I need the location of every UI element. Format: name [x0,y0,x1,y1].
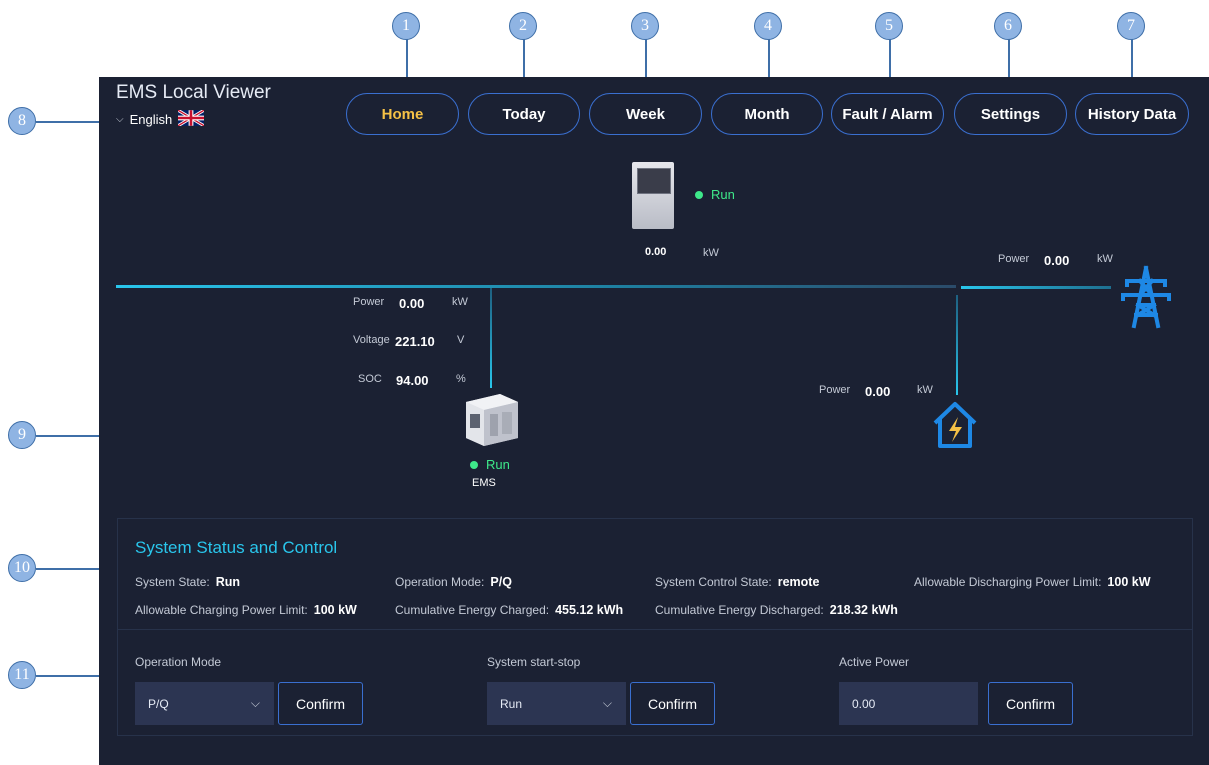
status-label: Allowable Charging Power Limit: [135,603,308,617]
callout-3: 3 [631,12,659,40]
storage-soc-value: 94.00 [396,373,429,388]
status-operation-mode: Operation Mode: P/Q [395,575,512,589]
storage-voltage-value: 221.10 [395,334,435,349]
storage-name: EMS [472,477,496,489]
status-value: 455.12 kWh [555,603,624,617]
status-energy-discharged: Cumulative Energy Discharged: 218.32 kWh [655,603,898,617]
status-value: 100 kW [1107,575,1151,589]
status-dot-icon [470,460,478,469]
chevron-down-icon: ⌵ [602,696,612,710]
status-value: P/Q [490,575,512,589]
storage-power-value: 0.00 [399,296,425,311]
status-dot-icon [695,190,703,199]
storage-link-line [490,288,492,388]
start-stop-value: Run [500,696,523,711]
storage-power-label: Power [353,296,385,308]
callout-7: 7 [1117,12,1145,40]
nav-month[interactable]: Month [711,93,823,135]
load-power-unit: kW [917,384,933,396]
power-tower-icon [1119,265,1173,334]
status-label: Cumulative Energy Discharged: [655,603,824,617]
load-link-line [956,295,958,395]
start-stop-select[interactable]: Run ⌵ [487,682,626,725]
nav-settings[interactable]: Settings [954,93,1067,135]
callout-6: 6 [994,12,1022,40]
status-discharge-limit: Allowable Discharging Power Limit: 100 kW [914,575,1151,589]
status-label: Operation Mode: [395,575,485,589]
app-title: EMS Local Viewer [116,82,271,103]
active-power-value: 0.00 [852,696,876,711]
operation-mode-label: Operation Mode [135,655,222,669]
status-label: System State: [135,575,210,589]
nav-today[interactable]: Today [468,93,580,135]
storage-power-unit: kW [452,296,468,308]
callout-11: 11 [8,661,36,689]
grid-power-unit: kW [1097,253,1113,265]
nav-fault-alarm[interactable]: Fault / Alarm [831,93,944,135]
operation-mode-value: P/Q [148,696,169,711]
meter-status: Run [695,187,735,202]
start-stop-label: System start-stop [487,655,581,669]
status-value: 218.32 kWh [829,603,898,617]
callout-5: 5 [875,12,903,40]
status-label: Allowable Discharging Power Limit: [914,575,1102,589]
status-energy-charged: Cumulative Energy Charged: 455.12 kWh [395,603,623,617]
nav-history-data[interactable]: History Data [1075,93,1189,135]
status-value: remote [777,575,820,589]
status-label: System Control State: [655,575,772,589]
language-selector[interactable]: ⌵ English [116,108,206,129]
status-value: Run [215,575,241,589]
active-power-input[interactable]: 0.00 [839,682,978,725]
chevron-down-icon: ⌵ [250,696,260,710]
storage-soc-label: SOC [358,373,382,385]
panel-title: System Status and Control [135,538,338,557]
meter-device-icon [632,162,674,229]
active-power-confirm-button[interactable]: Confirm [988,682,1073,725]
system-status-panel: System Status and Control System State: R… [117,518,1193,736]
callout-4: 4 [754,12,782,40]
callout-9: 9 [8,421,36,449]
grid-power-label: Power [998,253,1030,265]
storage-voltage-label: Voltage [353,334,390,346]
status-charge-limit: Allowable Charging Power Limit: 100 kW [135,603,357,617]
operation-mode-select[interactable]: P/Q ⌵ [135,682,274,725]
storage-status-text: Run [486,457,510,472]
start-stop-confirm-button[interactable]: Confirm [630,682,715,725]
callout-10: 10 [8,554,36,582]
storage-soc-unit: % [456,373,466,385]
status-label: Cumulative Energy Charged: [395,603,550,617]
nav-home[interactable]: Home [346,93,459,135]
main-bus-line [116,285,956,288]
grid-link-line [961,286,1111,289]
storage-status: Run [470,457,510,472]
meter-status-text: Run [711,187,735,202]
nav-week[interactable]: Week [589,93,702,135]
ems-app: EMS Local Viewer ⌵ English Home Today We… [99,77,1209,765]
active-power-label: Active Power [839,655,910,669]
chevron-down-icon: ⌵ [116,114,124,125]
status-system-state: System State: Run [135,575,240,589]
panel-divider [118,629,1192,630]
grid-power-value: 0.00 [1044,253,1070,268]
home-lightning-icon [930,399,980,456]
status-control-state: System Control State: remote [655,575,819,589]
meter-unit: kW [703,247,719,259]
uk-flag-icon [177,108,206,129]
load-power-value: 0.00 [865,384,891,399]
storage-voltage-unit: V [457,334,465,346]
callout-2: 2 [509,12,537,40]
callout-1: 1 [392,12,420,40]
status-value: 100 kW [313,603,357,617]
callout-8: 8 [8,107,36,135]
meter-value: 0.00 [645,246,667,258]
operation-mode-confirm-button[interactable]: Confirm [278,682,363,725]
battery-cabinet-icon [462,390,522,453]
load-power-label: Power [819,384,851,396]
language-label: English [129,112,173,127]
